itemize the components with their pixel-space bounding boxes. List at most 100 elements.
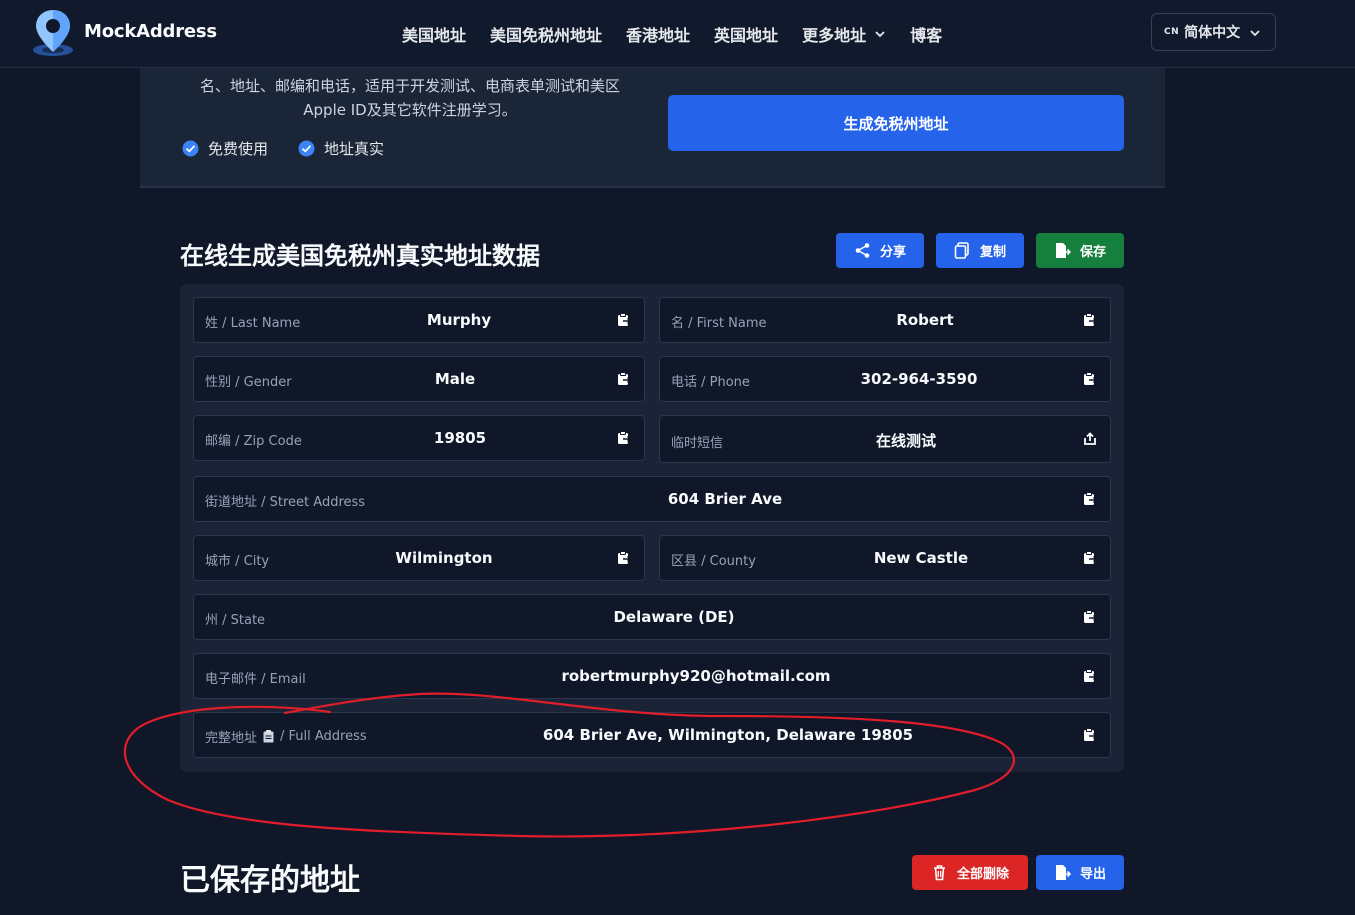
location-pin-logo-icon[interactable] bbox=[30, 8, 76, 58]
field-city: 城市 / City Wilmington bbox=[193, 535, 645, 581]
copy-icon[interactable] bbox=[1083, 669, 1097, 683]
nav-label: 美国免税州地址 bbox=[490, 26, 603, 45]
field-email: 电子邮件 / Email robertmurphy920@hotmail.com bbox=[193, 653, 1111, 699]
field-label: 电子邮件 / Email bbox=[205, 672, 306, 687]
chevron-down-icon bbox=[1250, 30, 1260, 37]
nav-hk-address[interactable]: 香港地址 bbox=[626, 22, 690, 46]
field-label: 名 / First Name bbox=[671, 316, 767, 331]
field-label-cn: 完整地址 bbox=[205, 731, 258, 746]
field-state: 州 / State Delaware (DE) bbox=[193, 594, 1111, 640]
external-link-icon[interactable] bbox=[1083, 432, 1097, 446]
check-circle-icon bbox=[182, 140, 199, 157]
field-label: 州 / State bbox=[205, 613, 266, 628]
field-value[interactable]: Robert bbox=[896, 311, 953, 329]
language-selector[interactable]: CN 简体中文 bbox=[1151, 13, 1276, 51]
field-value[interactable]: Wilmington bbox=[395, 549, 492, 567]
copy-icon bbox=[954, 242, 969, 259]
field-label: 邮编 / Zip Code bbox=[205, 434, 302, 449]
feature-free: 免费使用 bbox=[182, 138, 268, 159]
nav-us-address[interactable]: 美国地址 bbox=[402, 22, 466, 46]
field-zip-code: 邮编 / Zip Code 19805 bbox=[193, 415, 645, 461]
copy-icon[interactable] bbox=[1083, 372, 1097, 386]
export-button[interactable]: 导出 bbox=[1036, 855, 1124, 890]
copy-icon[interactable] bbox=[617, 551, 631, 565]
saved-section-title: 已保存的地址 bbox=[180, 863, 360, 898]
main-nav: 美国地址 美国免税州地址 香港地址 英国地址 更多地址 博客 bbox=[402, 22, 966, 46]
nav-blog[interactable]: 博客 bbox=[910, 22, 942, 46]
nav-label: 更多地址 bbox=[802, 26, 867, 45]
field-gender: 性别 / Gender Male bbox=[193, 356, 645, 402]
copy-icon[interactable] bbox=[1083, 728, 1097, 742]
language-label: 简体中文 bbox=[1184, 25, 1241, 41]
nav-label: 美国地址 bbox=[402, 26, 467, 45]
copy-icon[interactable] bbox=[617, 313, 631, 327]
result-section-title: 在线生成美国免税州真实地址数据 bbox=[180, 242, 540, 270]
share-icon bbox=[855, 243, 870, 258]
hero-description: 名、地址、邮编和电话，适用于开发测试、电商表单测试和美区 Apple ID及其它… bbox=[170, 74, 650, 122]
sms-test-link[interactable]: 在线测试 bbox=[876, 430, 936, 451]
field-label: 电话 / Phone bbox=[671, 375, 750, 390]
nav-label: 英国地址 bbox=[714, 26, 779, 45]
field-label: 完整地址 / Full Address bbox=[205, 727, 367, 746]
field-value[interactable]: Male bbox=[435, 370, 475, 388]
feature-label: 地址真实 bbox=[324, 140, 385, 158]
nav-us-taxfree-address[interactable]: 美国免税州地址 bbox=[490, 22, 602, 46]
feature-label: 免费使用 bbox=[208, 140, 269, 158]
address-fields-panel: 姓 / Last Name Murphy 名 / First Name Robe… bbox=[180, 284, 1124, 772]
field-value[interactable]: 604 Brier Ave, Wilmington, Delaware 1980… bbox=[543, 726, 913, 744]
field-label: 区县 / County bbox=[671, 554, 756, 569]
delete-all-button[interactable]: 全部删除 bbox=[912, 855, 1028, 890]
hero-card: 名、地址、邮编和电话，适用于开发测试、电商表单测试和美区 Apple ID及其它… bbox=[140, 68, 1165, 188]
generate-address-button[interactable]: 生成免税州地址 bbox=[668, 95, 1124, 151]
field-full-address: 完整地址 / Full Address 604 Brier Ave, Wilmi… bbox=[193, 712, 1111, 758]
copy-icon[interactable] bbox=[617, 431, 631, 445]
field-value[interactable]: 19805 bbox=[434, 429, 486, 447]
nav-label: 香港地址 bbox=[626, 26, 691, 45]
field-value[interactable]: robertmurphy920@hotmail.com bbox=[561, 667, 830, 685]
field-label: 性别 / Gender bbox=[205, 375, 292, 390]
nav-label: 博客 bbox=[910, 26, 943, 45]
field-label-en: / Full Address bbox=[280, 729, 367, 744]
export-label: 导出 bbox=[1079, 867, 1106, 882]
copy-label: 复制 bbox=[979, 245, 1006, 260]
save-label: 保存 bbox=[1079, 245, 1106, 260]
field-value[interactable]: 604 Brier Ave bbox=[668, 490, 782, 508]
copy-icon[interactable] bbox=[617, 372, 631, 386]
brand-name[interactable]: MockAddress bbox=[84, 21, 217, 42]
field-label: 姓 / Last Name bbox=[205, 316, 301, 331]
field-temp-sms: 临时短信 在线测试 bbox=[659, 415, 1111, 463]
hero-description-line: 名、地址、邮编和电话，适用于开发测试、电商表单测试和美区 bbox=[199, 77, 620, 95]
copy-icon[interactable] bbox=[1083, 551, 1097, 565]
file-export-icon bbox=[1055, 243, 1071, 258]
delete-all-label: 全部删除 bbox=[956, 867, 1009, 882]
field-label: 临时短信 bbox=[671, 436, 724, 451]
nav-more-addresses[interactable]: 更多地址 bbox=[802, 22, 886, 46]
field-phone: 电话 / Phone 302-964-3590 bbox=[659, 356, 1111, 402]
trash-icon bbox=[933, 865, 945, 881]
field-first-name: 名 / First Name Robert bbox=[659, 297, 1111, 343]
field-value[interactable]: Murphy bbox=[427, 311, 491, 329]
hero-description-line: Apple ID及其它软件注册学习。 bbox=[303, 101, 517, 119]
save-button[interactable]: 保存 bbox=[1036, 233, 1124, 268]
field-label: 城市 / City bbox=[205, 554, 270, 569]
field-value[interactable]: New Castle bbox=[874, 549, 968, 567]
file-export-icon bbox=[1055, 865, 1071, 880]
field-street-address: 街道地址 / Street Address 604 Brier Ave bbox=[193, 476, 1111, 522]
share-label: 分享 bbox=[879, 245, 906, 260]
copy-icon[interactable] bbox=[1083, 610, 1097, 624]
check-circle-icon bbox=[298, 140, 315, 157]
field-value[interactable]: 302-964-3590 bbox=[861, 370, 978, 388]
top-navbar: MockAddress 美国地址 美国免税州地址 香港地址 英国地址 更多地址 … bbox=[0, 0, 1355, 68]
copy-button[interactable]: 复制 bbox=[936, 233, 1024, 268]
chevron-down-icon bbox=[875, 31, 885, 38]
field-last-name: 姓 / Last Name Murphy bbox=[193, 297, 645, 343]
nav-uk-address[interactable]: 英国地址 bbox=[714, 22, 778, 46]
feature-real-address: 地址真实 bbox=[298, 138, 384, 159]
field-label: 街道地址 / Street Address bbox=[205, 495, 366, 510]
copy-icon[interactable] bbox=[1083, 313, 1097, 327]
field-value[interactable]: Delaware (DE) bbox=[613, 608, 734, 626]
share-button[interactable]: 分享 bbox=[836, 233, 924, 268]
clipboard-icon bbox=[263, 730, 274, 743]
language-flag: CN bbox=[1164, 27, 1180, 37]
copy-icon[interactable] bbox=[1083, 492, 1097, 506]
